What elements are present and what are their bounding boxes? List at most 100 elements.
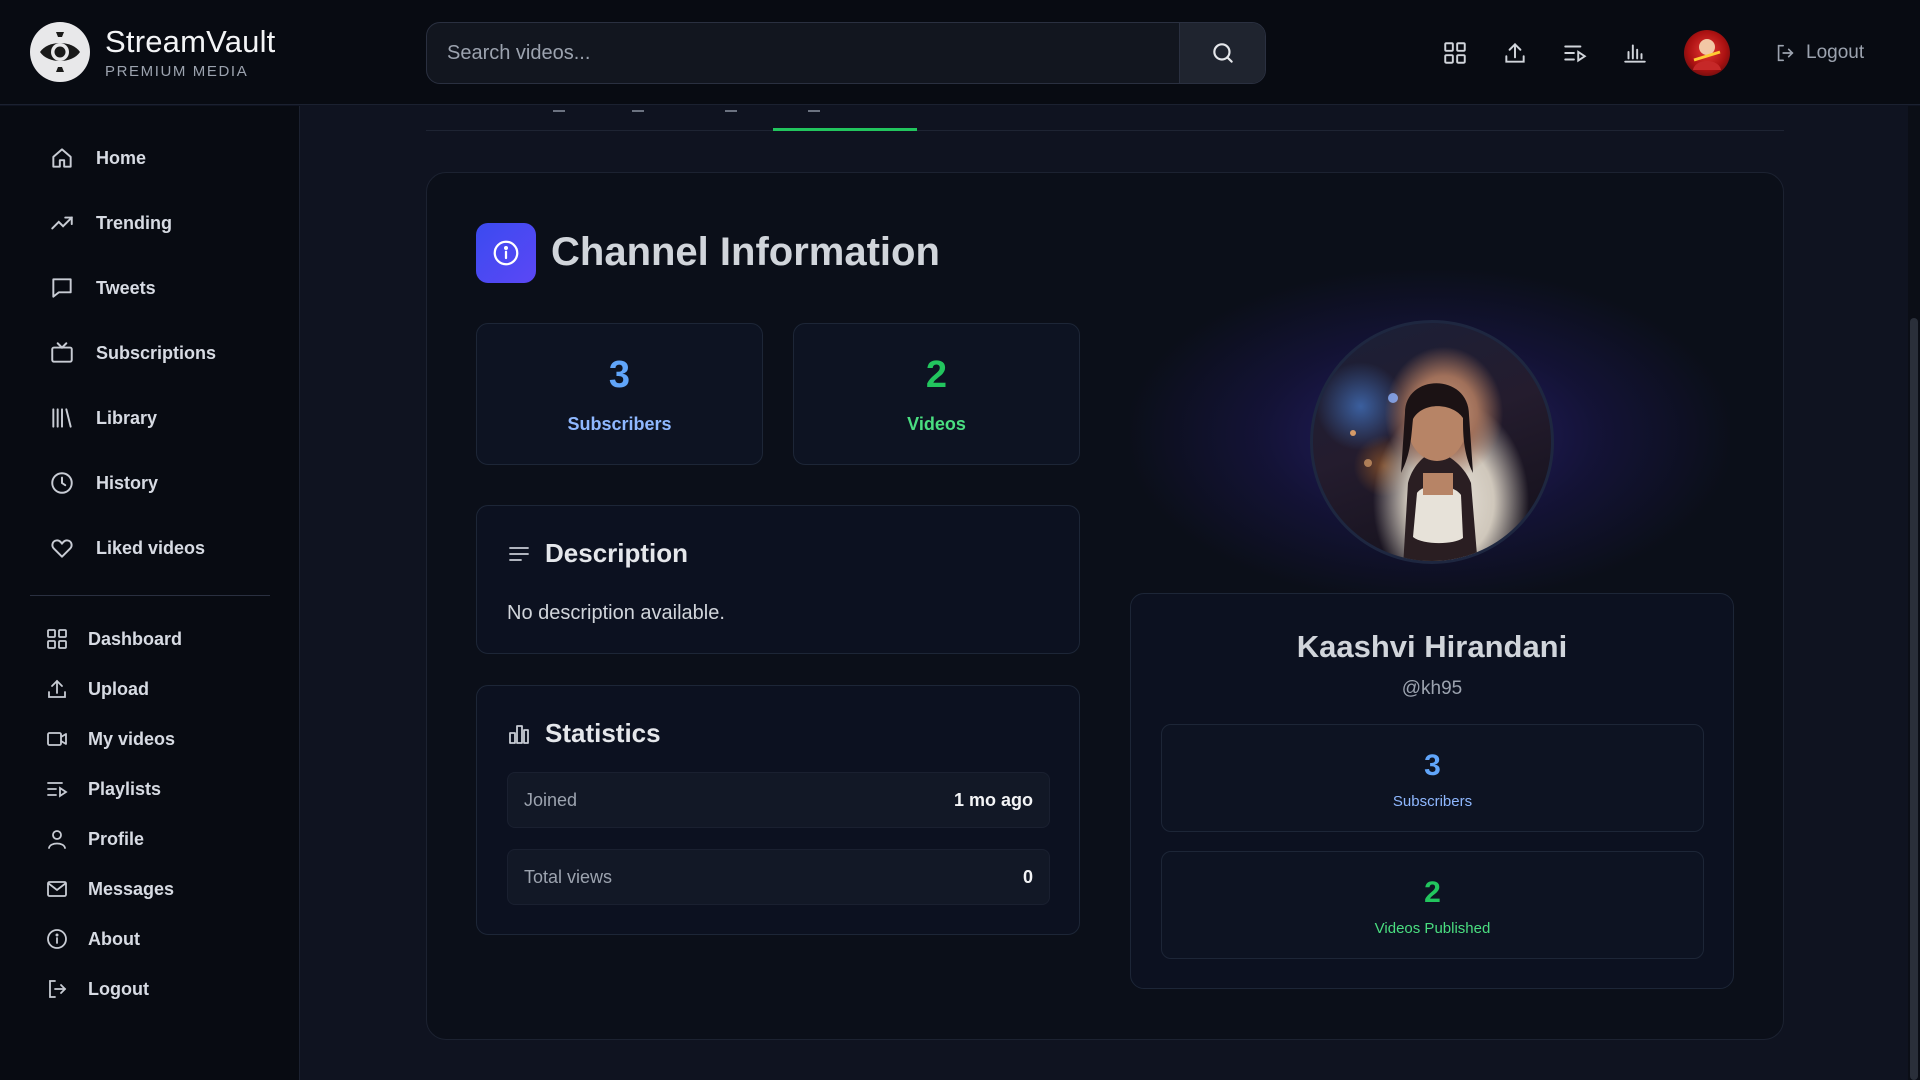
sidebar-item-label: Playlists xyxy=(88,778,162,799)
profile-videos-card: 2 Videos Published xyxy=(1161,851,1704,959)
top-header: StreamVault PREMIUM MEDIA Logout xyxy=(0,0,1920,105)
sidebar-item-label: Library xyxy=(96,407,158,428)
sidebar-item-label: Liked videos xyxy=(96,537,206,558)
sidebar-item-label: About xyxy=(88,928,140,949)
dashboard-icon[interactable] xyxy=(1440,38,1470,68)
sidebar-item-label: History xyxy=(96,472,159,493)
search-input[interactable] xyxy=(427,23,1180,83)
sidebar-item-label: Trending xyxy=(96,212,172,233)
video-icon xyxy=(44,726,70,752)
sidebar-item-label: Tweets xyxy=(96,277,156,298)
sidebar-item-label: Home xyxy=(96,147,147,168)
sidebar-item-label: Messages xyxy=(88,878,175,899)
brand-name[interactable]: StreamVault xyxy=(105,24,275,60)
sidebar-item-label: Upload xyxy=(88,678,149,699)
sidebar-item-history[interactable]: History xyxy=(48,465,158,501)
sidebar-item-my-videos[interactable]: My videos xyxy=(44,722,175,756)
profile-subscribers-count: 3 xyxy=(1424,749,1441,782)
info-badge xyxy=(476,223,536,283)
bar-chart-icon xyxy=(507,722,531,746)
clock-icon xyxy=(48,469,76,497)
user-avatar[interactable] xyxy=(1684,30,1730,76)
subscribers-label: Subscribers xyxy=(567,414,672,434)
info-icon xyxy=(491,238,521,268)
tab-fragment[interactable] xyxy=(808,104,820,112)
tab-fragment[interactable] xyxy=(553,104,565,112)
profile-videos-count: 2 xyxy=(1424,876,1441,909)
home-icon xyxy=(48,144,76,172)
sidebar-item-subscriptions[interactable]: Subscriptions xyxy=(48,335,216,371)
sidebar-item-label: Dashboard xyxy=(88,628,183,649)
tabs-divider xyxy=(426,130,1784,131)
playlist-icon xyxy=(44,776,70,802)
sidebar-item-logout[interactable]: Logout xyxy=(44,972,149,1006)
stat-value: 0 xyxy=(1022,867,1033,887)
sidebar-item-label: Profile xyxy=(88,828,145,849)
search-icon xyxy=(1210,40,1236,66)
profile-card: Kaashvi Hirandani @kh95 3 Subscribers 2 … xyxy=(1130,593,1734,989)
scrollbar-thumb[interactable] xyxy=(1910,318,1918,1080)
channel-handle: @kh95 xyxy=(1401,678,1463,699)
sidebar-item-upload[interactable]: Upload xyxy=(44,672,149,706)
page-title: Channel Information xyxy=(551,230,940,274)
playlist-icon[interactable] xyxy=(1560,38,1590,68)
profile-subscribers-card: 3 Subscribers xyxy=(1161,724,1704,832)
videos-count: 2 xyxy=(925,354,948,396)
sidebar-item-dashboard[interactable]: Dashboard xyxy=(44,622,182,656)
library-icon xyxy=(48,404,76,432)
upload-icon xyxy=(44,676,70,702)
logout-icon xyxy=(44,976,70,1002)
stat-row-total-views: Total views 0 xyxy=(507,849,1050,905)
profile-videos-label: Videos Published xyxy=(1374,920,1491,937)
heart-icon xyxy=(48,534,76,562)
sidebar-item-liked-videos[interactable]: Liked videos xyxy=(48,530,205,566)
dashboard-icon xyxy=(44,626,70,652)
videos-stat-card: 2 Videos xyxy=(793,323,1080,465)
tab-fragment[interactable] xyxy=(725,104,737,112)
header-logout-button[interactable]: Logout xyxy=(1774,38,1864,68)
active-tab-indicator xyxy=(773,128,917,131)
stat-row-joined: Joined 1 mo ago xyxy=(507,772,1050,828)
sidebar-item-home[interactable]: Home xyxy=(48,140,146,176)
stat-key: Total views xyxy=(524,867,613,887)
statistics-heading-text: Statistics xyxy=(545,718,661,748)
videos-label: Videos xyxy=(907,414,966,434)
lines-icon xyxy=(507,542,531,566)
sidebar-divider xyxy=(30,595,270,596)
description-box: Description No description available. xyxy=(476,505,1080,654)
sidebar-item-label: Logout xyxy=(88,978,149,999)
search-button[interactable] xyxy=(1179,23,1265,83)
sidebar-item-tweets[interactable]: Tweets xyxy=(48,270,156,306)
subscribers-stat-card: 3 Subscribers xyxy=(476,323,763,465)
tab-fragment[interactable] xyxy=(632,104,644,112)
tv-icon xyxy=(48,339,76,367)
description-heading: Description xyxy=(507,538,688,569)
stat-value: 1 mo ago xyxy=(953,790,1033,810)
header-logout-label: Logout xyxy=(1806,42,1865,63)
statistics-heading: Statistics xyxy=(507,718,661,749)
channel-name: Kaashvi Hirandani xyxy=(1296,629,1568,664)
mail-icon xyxy=(44,876,70,902)
channel-avatar[interactable] xyxy=(1310,320,1554,564)
statistics-box: Statistics Joined 1 mo ago Total views 0 xyxy=(476,685,1080,935)
streamvault-logo-icon[interactable] xyxy=(30,22,90,82)
sidebar-item-label: Subscriptions xyxy=(96,342,217,363)
trending-icon xyxy=(48,209,76,237)
brand-subtitle: PREMIUM MEDIA xyxy=(105,63,249,80)
sidebar-item-about[interactable]: About xyxy=(44,922,140,956)
logout-icon xyxy=(1774,42,1796,64)
sidebar-item-label: My videos xyxy=(88,728,176,749)
sidebar-item-trending[interactable]: Trending xyxy=(48,205,172,241)
description-text: No description available. xyxy=(507,602,725,624)
user-icon xyxy=(44,826,70,852)
description-heading-text: Description xyxy=(545,538,689,568)
subscribers-count: 3 xyxy=(608,354,631,396)
sidebar-item-playlists[interactable]: Playlists xyxy=(44,772,161,806)
sidebar-item-messages[interactable]: Messages xyxy=(44,872,174,906)
sidebar-item-profile[interactable]: Profile xyxy=(44,822,144,856)
stats-icon[interactable] xyxy=(1620,38,1650,68)
search-bar xyxy=(426,22,1266,84)
sidebar-item-library[interactable]: Library xyxy=(48,400,157,436)
stat-key: Joined xyxy=(524,790,578,810)
upload-icon[interactable] xyxy=(1500,38,1530,68)
